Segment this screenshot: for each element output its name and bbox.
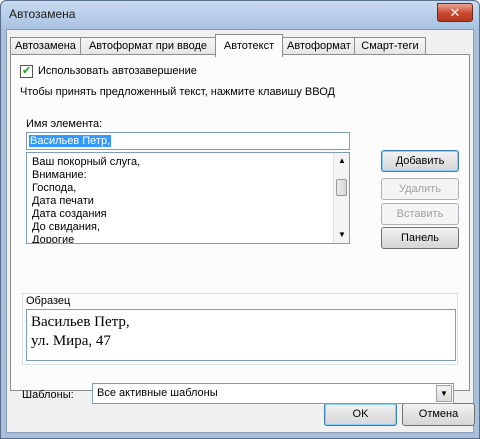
entries: Ваш покорный слуга, Внимание: Господа, Д…: [32, 156, 140, 243]
templates-select[interactable]: Все активные шаблоны ▼: [92, 383, 454, 404]
list-item[interactable]: Дата создания: [32, 208, 140, 221]
insert-button[interactable]: Вставить: [381, 203, 459, 225]
tab-autotext[interactable]: Автотекст: [215, 34, 283, 57]
autotext-entries-list[interactable]: Ваш покорный слуга, Внимание: Господа, Д…: [26, 152, 350, 244]
title-bar[interactable]: Автозамена ✕: [1, 1, 479, 29]
list-item[interactable]: До свидания,: [32, 221, 140, 234]
use-autocomplete-label[interactable]: Использовать автозавершение: [38, 65, 197, 77]
scroll-up-icon[interactable]: ▲: [334, 153, 349, 169]
dropdown-arrow-icon[interactable]: ▼: [436, 385, 452, 402]
element-name-value: Васильев Петр,: [29, 135, 112, 147]
autotext-panel: ✔ Использовать автозавершение Чтобы прин…: [10, 54, 470, 404]
autocomplete-hint: Чтобы принять предложенный текст, нажмит…: [20, 86, 335, 98]
list-item[interactable]: Внимание:: [32, 169, 140, 182]
close-icon: ✕: [449, 5, 461, 20]
sample-line: ул. Мира, 47: [31, 333, 111, 349]
sample-label: Образец: [26, 295, 71, 307]
toolbar-button[interactable]: Панель: [381, 227, 459, 249]
element-name-input[interactable]: Васильев Петр,: [26, 132, 350, 150]
list-scrollbar[interactable]: ▲ ▼: [333, 153, 349, 243]
list-item[interactable]: Дорогие: [32, 234, 140, 243]
use-autocomplete-checkbox[interactable]: ✔: [20, 65, 33, 78]
templates-label: Шаблоны:: [22, 389, 74, 401]
autocorrect-dialog: Автозамена ✕ Автозамена Автоформат при в…: [0, 0, 480, 439]
scrollbar-thumb[interactable]: [336, 179, 347, 196]
sample-preview: Васильев Петр, ул. Мира, 47: [26, 309, 456, 361]
element-name-label: Имя элемента:: [26, 118, 103, 130]
list-item[interactable]: Господа,: [32, 182, 140, 195]
list-item[interactable]: Дата печати: [32, 195, 140, 208]
list-item[interactable]: Ваш покорный слуга,: [32, 156, 140, 169]
delete-button[interactable]: Удалить: [381, 178, 459, 200]
templates-value: Все активные шаблоны: [97, 387, 218, 399]
window-title: Автозамена: [9, 7, 76, 21]
cancel-button[interactable]: Отмена: [402, 403, 475, 426]
dialog-body: Автозамена Автоформат при вводе Автотекс…: [6, 29, 475, 433]
sample-line: Васильев Петр,: [31, 314, 130, 330]
add-button[interactable]: Добавить: [381, 150, 459, 172]
scroll-down-icon[interactable]: ▼: [334, 227, 349, 243]
close-button[interactable]: ✕: [437, 3, 473, 22]
ok-button[interactable]: OK: [324, 403, 397, 426]
checkmark-icon: ✔: [22, 65, 32, 77]
